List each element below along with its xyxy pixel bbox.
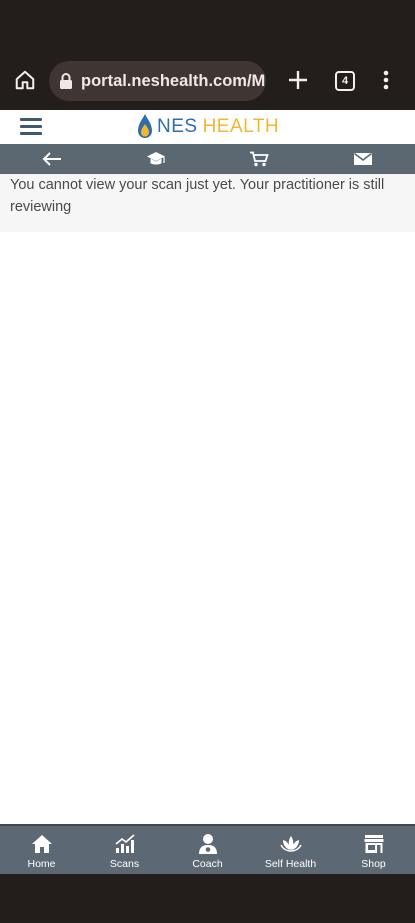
site-header: NES HEALTH: [0, 110, 415, 144]
page-content: NES HEALTH You cannot view your scan jus…: [0, 110, 415, 873]
flame-drop-icon: [138, 114, 152, 138]
tab-shop[interactable]: Shop: [332, 826, 415, 874]
lotus-icon: [279, 836, 302, 852]
browser-home-button[interactable]: [10, 65, 40, 95]
back-arrow-icon: [42, 152, 61, 166]
education-button[interactable]: [104, 144, 208, 174]
coach-icon: [198, 834, 217, 854]
nes-health-logo[interactable]: NES HEALTH: [137, 113, 279, 141]
store-icon: [364, 835, 383, 853]
browser-toolbar: portal.neshealth.com/My 4: [0, 50, 415, 110]
more-vertical-icon: [383, 70, 389, 90]
lock-icon: [60, 73, 72, 89]
tab-label: Self Health: [264, 858, 317, 870]
quick-nav-strip: [0, 144, 415, 174]
tab-home[interactable]: Home: [0, 826, 83, 874]
new-tab-button[interactable]: [283, 65, 313, 95]
tab-label: Shop: [361, 858, 386, 870]
graduation-cap-icon: [146, 152, 165, 165]
url-text: portal.neshealth.com/My: [81, 72, 266, 90]
plus-icon: [289, 71, 307, 89]
tab-label: Home: [27, 858, 56, 870]
logo-text-health: HEALTH: [202, 116, 280, 137]
browser-menu-button[interactable]: [376, 65, 396, 95]
tab-switcher-button[interactable]: 4: [335, 71, 355, 91]
tab-label: Coach: [192, 858, 223, 870]
cart-icon: [250, 151, 270, 167]
hamburger-menu-icon[interactable]: [20, 118, 42, 136]
home-icon: [15, 70, 35, 90]
scan-not-ready-message: You cannot view your scan just yet. Your…: [10, 177, 385, 215]
tab-self-health[interactable]: Self Health: [249, 826, 332, 874]
mail-icon: [354, 152, 373, 165]
logo-text-nes: NES: [157, 116, 198, 137]
address-bar[interactable]: portal.neshealth.com/My: [49, 61, 266, 101]
home-icon: [31, 835, 52, 853]
status-bar: [0, 0, 415, 50]
scan-status-panel: You cannot view your scan just yet. Your…: [0, 174, 415, 232]
system-navigation-bar: [0, 874, 415, 923]
bottom-tab-bar: Home Scans Coach Self Health Shop: [0, 824, 415, 874]
tab-coach[interactable]: Coach: [166, 826, 249, 874]
tab-label: Scans: [109, 858, 140, 870]
back-button[interactable]: [0, 144, 104, 174]
tab-scans[interactable]: Scans: [83, 826, 166, 874]
cart-button[interactable]: [208, 144, 312, 174]
bar-chart-icon: [114, 834, 135, 853]
mail-button[interactable]: [311, 144, 415, 174]
tab-count: 4: [341, 75, 349, 87]
